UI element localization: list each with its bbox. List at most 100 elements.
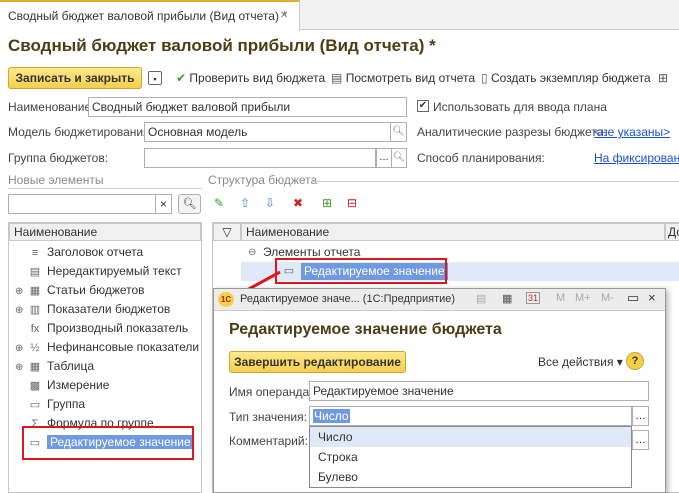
operand-label: Имя операнда: [229,385,313,399]
pencil-icon[interactable]: ✎ [214,196,224,210]
group-label: Группа бюджетов: [8,151,109,165]
list-item-label: Нередактируемый текст [47,264,182,278]
calendar-icon[interactable]: 31 [526,292,541,304]
all-actions-menu[interactable]: Все действия ▾ [538,355,623,369]
list-item[interactable]: ⊕ ▥ Показатели бюджетов [9,300,201,319]
calculator-icon[interactable]: ▦ [502,292,512,305]
type-dropdown: Число Строка Булево [309,426,632,488]
list-item-label: Производный показатель [47,321,189,335]
model-label: Модель бюджетирования: [8,125,153,139]
expand-icon[interactable]: ⊕ [15,282,27,301]
planning-link[interactable]: На фиксированны [594,151,679,165]
dropdown-option[interactable]: Число [310,427,631,447]
filter-icon[interactable]: ▽ [213,223,241,241]
tab-bar: Сводный бюджет валовой прибыли (Вид отче… [0,0,679,31]
list-item[interactable]: ▩ Измерение [9,376,201,395]
analytics-label: Аналитические разрезы бюджета: [417,125,607,139]
element-type-icon: ½ [30,342,40,354]
memory-plus-icon[interactable]: M+ [575,292,591,304]
clear-icon[interactable]: × [155,194,172,214]
edit-value-dialog: 1С Редактируемое значе... (1С:Предприяти… [213,288,666,493]
list-item[interactable]: ⊕ ▦ Статьи бюджетов [9,281,201,300]
structure-header: Наименование [241,223,665,241]
name-label: Наименование: [8,100,95,114]
delete-icon[interactable]: ✖ [293,196,303,210]
elements-search-input[interactable] [8,194,156,214]
list-item[interactable]: ▭ Группа [9,395,201,414]
tab-label: Сводный бюджет валовой прибыли (Вид отче… [8,9,287,23]
model-field[interactable]: Основная модель [144,122,391,142]
app-logo-icon: 1С [218,292,234,307]
element-type-icon: ▦ [29,361,41,373]
arrow-up-icon[interactable]: ⇧ [240,196,250,210]
dialog-heading: Редактируемое значение бюджета [229,321,502,338]
checkmark-icon: ✔ [176,71,187,85]
close-icon[interactable]: × [648,290,656,305]
operand-field[interactable]: Редактируемое значение [309,381,649,401]
expand-icon[interactable]: ⊕ [15,358,27,377]
element-type-icon: ▭ [29,399,41,411]
maximize-icon[interactable]: ▭ [627,290,639,306]
planning-label: Способ планирования: [417,151,545,165]
remove-row-icon[interactable]: ⊟ [347,196,357,210]
close-icon[interactable]: × [280,6,288,22]
document-icon: ▯ [481,71,488,85]
all-actions-label: Все действия [538,355,614,369]
list-item-label: Таблица [47,359,95,373]
list-item[interactable]: fx Производный показатель [9,319,201,338]
element-type-icon: ▩ [29,380,41,392]
group-field[interactable] [144,148,376,168]
memory-minus-icon[interactable]: M- [601,292,614,304]
list-item-label: Заголовок отчета [47,245,144,259]
dropdown-option[interactable]: Строка [310,447,631,467]
page-title: Сводный бюджет валовой прибыли (Вид отче… [8,36,436,55]
list-header: Наименование [9,223,201,241]
expand-icon[interactable]: ⊕ [15,339,27,358]
structure-header-2: До [665,223,679,241]
list-item-label: Статьи бюджетов [47,283,145,297]
list-item[interactable]: ⊕ ½ Нефинансовые показатели [9,338,201,357]
element-type-icon: ▤ [29,266,41,278]
collapse-icon[interactable]: ⊖ [248,247,256,258]
tab-report-view[interactable]: Сводный бюджет валовой прибыли (Вид отче… [0,0,300,31]
check-budget-button[interactable]: ✔ Проверить вид бюджета [176,71,325,85]
dropdown-option[interactable]: Булево [310,467,631,487]
arrow-down-icon[interactable]: ⇩ [265,196,275,210]
tree-icon[interactable]: ⊞ [658,71,668,85]
structure-section: Структура бюджета [208,173,318,187]
list-item-label: Показатели бюджетов [47,302,171,316]
list-item[interactable]: ▤ Нередактируемый текст [9,262,201,281]
comment-label: Комментарий: [229,434,308,448]
name-field[interactable]: Сводный бюджет валовой прибыли [88,97,407,117]
ellipsis-button[interactable]: ... [632,430,649,450]
highlight-box [275,258,447,284]
view-report-button[interactable]: ▤ Посмотреть вид отчета [331,71,475,85]
dialog-window-title: Редактируемое значе... (1С:Предприятие) [240,293,456,305]
add-row-icon[interactable]: ⊞ [322,196,332,210]
print-icon[interactable]: ▤ [476,292,486,305]
create-instance-button[interactable]: ▯ Создать экземпляр бюджета [481,71,651,85]
expand-icon[interactable]: ⊕ [15,301,27,320]
ellipsis-button[interactable]: ... [376,148,392,168]
memory-m-icon[interactable]: M [556,292,565,304]
search-icon[interactable]: 🔍︎ [390,122,407,142]
save-icon[interactable]: ▪ [148,71,162,85]
create-instance-label: Создать экземпляр бюджета [490,71,651,85]
save-close-button[interactable]: Записать и закрыть [8,67,142,89]
ellipsis-button[interactable]: ... [632,406,649,426]
element-type-icon: fx [30,323,40,335]
search-icon[interactable]: 🔍︎ [391,148,407,168]
finish-editing-button[interactable]: Завершить редактирование [229,351,406,373]
type-field[interactable]: Число [309,406,632,426]
use-plan-checkbox[interactable]: ✔ [417,100,429,112]
list-item[interactable]: ≡ Заголовок отчета [9,243,201,262]
element-type-icon: ▥ [29,304,41,316]
analytics-link[interactable]: <не указаны> [594,125,670,139]
divider [311,181,679,182]
element-type-icon: ▦ [29,285,41,297]
list-item-label: Измерение [47,378,110,392]
check-budget-label: Проверить вид бюджета [189,71,326,85]
list-item[interactable]: ⊕ ▦ Таблица [9,357,201,376]
search-button[interactable]: 🔍︎ [178,194,201,214]
help-icon[interactable]: ? [626,352,644,370]
